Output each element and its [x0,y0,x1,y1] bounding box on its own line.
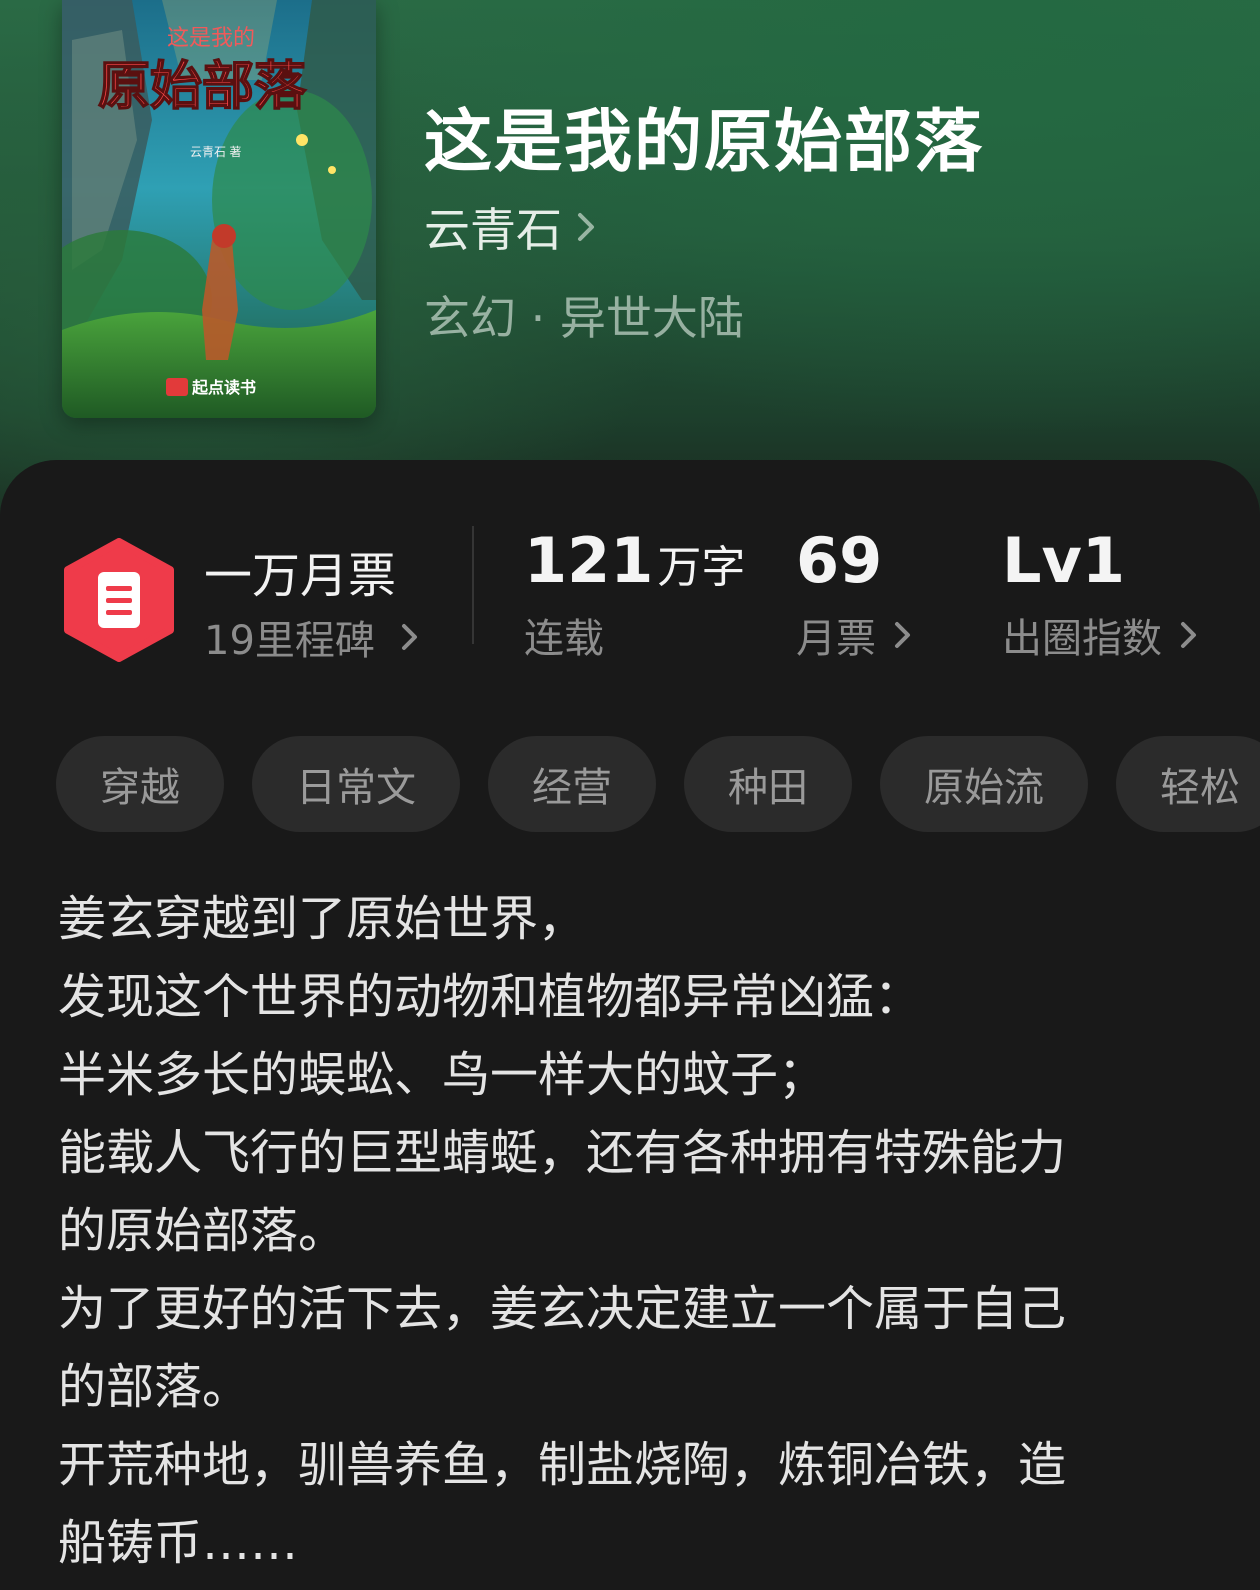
description-line: 的部落。 [58,1359,251,1415]
cover-art: 这是我的 原始部落 云青石 著 起点读书 [62,0,376,418]
book-cover[interactable]: 这是我的 原始部落 云青石 著 起点读书 [62,0,376,418]
monthly-tickets-link[interactable]: 月票 [796,608,912,662]
influence-index-label: 出圈指数 [1002,616,1162,662]
description-line: 能载人飞行的巨型蜻蜓，还有各种拥有特殊能力 [58,1125,1067,1181]
cover-publisher: 起点读书 [191,378,256,397]
tag-chip[interactable]: 种田 [684,736,852,832]
book-genre: 玄幻 · 异世大陆 [424,291,744,345]
tag-chip[interactable]: 轻松 [1116,736,1260,832]
badge-title: 一万月票 [204,548,397,604]
description-line: 的原始部落。 [58,1203,347,1259]
serial-status-label: 连载 [524,616,604,662]
word-count-value: 121 [524,524,654,597]
chevron-right-icon [578,213,594,241]
milestone-label: 19里程碑 [204,618,375,664]
chevron-right-icon [895,622,910,648]
tag-chip[interactable]: 经营 [488,736,656,832]
chevron-right-icon [1181,622,1196,648]
description-line: 开荒种地，驯兽养鱼，制盐烧陶，炼铜冶铁，造 [58,1437,1067,1493]
milestone-link[interactable]: 19里程碑 [204,610,419,664]
description-line: 发现这个世界的动物和植物都异常凶猛： [58,969,923,1025]
monthly-tickets-label: 月票 [796,616,876,662]
author-name: 云青石 [424,203,562,257]
book-header: 这是我的 原始部落 云青石 著 起点读书 这是我的原始部落 云青石 玄幻 · 异… [0,0,1260,520]
stats-divider [472,526,474,644]
cover-title-large: 原始部落 [98,58,307,116]
cover-author: 云青石 著 [190,145,241,159]
word-count-unit: 万字 [657,542,746,593]
tag-chip[interactable]: 日常文 [252,736,460,832]
tag-list: 穿越 日常文 经营 种田 原始流 轻松 [56,736,1260,832]
word-count: 121万字 [524,524,745,597]
author-link[interactable]: 云青石 [424,197,598,257]
book-info-panel: 一万月票 19里程碑 121万字 连载 69 月票 Lv1 出圈指数 穿越 日常… [0,460,1260,1590]
monthly-tickets-value: 69 [796,524,883,597]
tag-chip[interactable]: 原始流 [880,736,1088,832]
description-line: 姜玄穿越到了原始世界， [58,891,587,947]
level-value: Lv1 [1002,524,1126,597]
book-title: 这是我的原始部落 [424,103,985,182]
tag-chip[interactable]: 穿越 [56,736,224,832]
ticket-badge-icon [64,538,174,662]
description-line: 船铸币…… [58,1515,299,1571]
description-line: 为了更好的活下去，姜玄决定建立一个属于自己 [58,1281,1067,1337]
serial-status: 连载 [524,608,604,662]
cover-title-small: 这是我的 [167,25,255,50]
description-line: 半米多长的蜈蚣、鸟一样大的蚊子； [58,1047,827,1103]
book-description: 姜玄穿越到了原始世界， 发现这个世界的动物和植物都异常凶猛： 半米多长的蜈蚣、鸟… [58,880,1208,1582]
book-detail-page: 这是我的 原始部落 云青石 著 起点读书 这是我的原始部落 云青石 玄幻 · 异… [0,0,1260,1590]
stats-row: 一万月票 19里程碑 121万字 连载 69 月票 Lv1 出圈指数 [0,460,1260,690]
influence-index-link[interactable]: 出圈指数 [1002,608,1198,662]
chevron-right-icon [401,624,417,650]
